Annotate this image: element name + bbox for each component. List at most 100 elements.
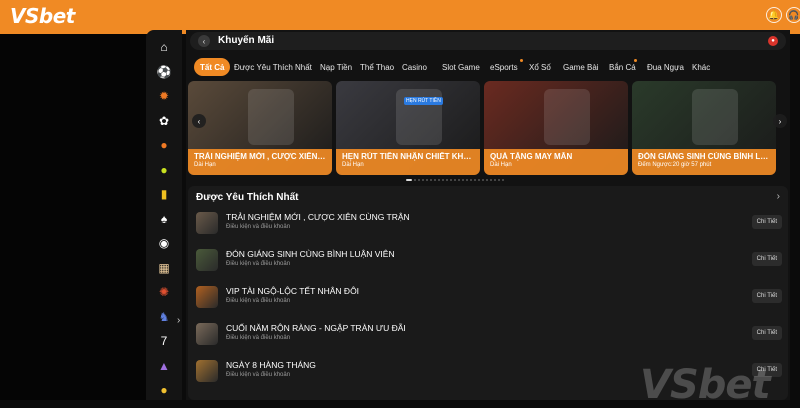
vsbet-logo[interactable]: VSbet: [10, 4, 75, 28]
tennis-icon[interactable]: ●: [155, 161, 173, 179]
back-button[interactable]: ‹: [198, 35, 210, 47]
banner-subtitle: Dài Hạn: [194, 162, 216, 168]
home-icon[interactable]: ⌂: [155, 38, 173, 56]
promo-title: CUỐI NĂM RỘN RÀNG - NGẬP TRÀN ƯU ĐÃI: [226, 323, 406, 333]
carousel-dot[interactable]: [498, 179, 500, 181]
promo-carousel: TRẢI NGHIỆM MỚI , CƯỢC XIÊN C... Dài Hạn H…: [188, 81, 790, 176]
carousel-dot[interactable]: [458, 179, 460, 181]
tab-9[interactable]: Bắn Cá: [609, 58, 636, 76]
carousel-dot[interactable]: [482, 179, 484, 181]
details-button[interactable]: Chi Tiết: [751, 326, 782, 340]
tab-1[interactable]: Được Yêu Thích Nhất: [234, 58, 312, 76]
carousel-dot[interactable]: [494, 179, 496, 181]
carousel-dot[interactable]: [462, 179, 464, 181]
banner-title: HẸN RÚT TIỀN NHẬN CHIẾT KHẤU: [342, 152, 474, 161]
tab-8[interactable]: Game Bài: [563, 58, 599, 76]
banner-title: ĐÓN GIÁNG SINH CÙNG BÌNH LU...: [638, 152, 770, 161]
section-title: Được Yêu Thích Nhất: [196, 192, 299, 203]
tab-11[interactable]: Khác: [692, 58, 710, 76]
category-tabs: Tất Cả Được Yêu Thích Nhất Nạp Tiền Thể Tha…: [192, 58, 788, 76]
carousel-dot[interactable]: [450, 179, 452, 181]
promo-terms[interactable]: Điều kiện và điều khoản: [226, 224, 290, 230]
carousel-dot[interactable]: [490, 179, 492, 181]
spade-icon[interactable]: ♠: [155, 210, 173, 228]
carousel-next-button[interactable]: ›: [773, 114, 787, 128]
promo-banner[interactable]: HẸN RÚT TIỀN HẸN RÚT TIỀN NHẬN CHIẾT KHẤU…: [336, 81, 480, 175]
fish-icon[interactable]: ✺: [155, 283, 173, 301]
page-header: ‹ Khuyến Mãi ●: [190, 32, 786, 50]
carousel-dot[interactable]: [454, 179, 456, 181]
carousel-dot[interactable]: [502, 179, 504, 181]
promo-thumbnail: [196, 360, 218, 382]
promo-banner[interactable]: ĐÓN GIÁNG SINH CÙNG BÌNH LU... Đếm Ngược:…: [632, 81, 776, 175]
chip-icon[interactable]: ◉: [155, 234, 173, 252]
tab-new-indicator: [520, 59, 523, 62]
seven-icon[interactable]: 7: [155, 332, 173, 350]
basketball-icon[interactable]: ●: [155, 136, 173, 154]
carousel-dot[interactable]: [434, 179, 436, 181]
banner-caption: TRẢI NGHIỆM MỚI , CƯỢC XIÊN C... Dài Hạn: [188, 149, 332, 175]
section-chevron-icon[interactable]: ›: [777, 191, 780, 202]
banner-artwork: [248, 89, 294, 145]
promo-thumbnail: [196, 212, 218, 234]
main-content: ‹ Khuyến Mãi ● Tất Cả Được Yêu Thích Nhất…: [186, 30, 790, 400]
sidebar-expand-icon[interactable]: ›: [177, 315, 180, 326]
notification-badge[interactable]: ●: [768, 36, 778, 46]
banner-subtitle: Đếm Ngược:20 giờ 57 phút: [638, 162, 712, 168]
promo-terms[interactable]: Điều kiện và điều khoản: [226, 372, 290, 378]
soccer-icon[interactable]: ⚽: [155, 63, 173, 81]
page-title: Khuyến Mãi: [218, 35, 275, 46]
promo-banner[interactable]: QUÀ TẶNG MAY MẮN Dài Hạn: [484, 81, 628, 175]
promo-list-item[interactable]: CUỐI NĂM RỘN RÀNG - NGẬP TRÀN ƯU ĐÃI Điều…: [196, 321, 786, 349]
tab-3[interactable]: Thể Thao: [360, 58, 394, 76]
carousel-dot[interactable]: [466, 179, 468, 181]
left-background: [0, 34, 146, 400]
carousel-prev-button[interactable]: ‹: [192, 114, 206, 128]
carousel-dot[interactable]: [406, 179, 412, 181]
promo-list-item[interactable]: ĐÓN GIÁNG SINH CÙNG BÌNH LUẬN VIÊN Điều k…: [196, 247, 786, 275]
headset-icon[interactable]: 🎧: [786, 7, 800, 23]
promo-terms[interactable]: Điều kiện và điều khoản: [226, 298, 290, 304]
tab-6[interactable]: eSports: [490, 58, 518, 76]
flower-icon[interactable]: ✿: [155, 112, 173, 130]
promo-thumbnail: [196, 323, 218, 345]
promo-list-item[interactable]: VIP TÀI NGỘ-LỘC TẾT NHÂN ĐÔI Điều kiện và…: [196, 284, 786, 312]
carousel-dot[interactable]: [470, 179, 472, 181]
cards-icon[interactable]: ▦: [155, 259, 173, 277]
promo-terms[interactable]: Điều kiện và điều khoản: [226, 335, 290, 341]
details-button[interactable]: Chi Tiết: [751, 252, 782, 266]
cake-icon[interactable]: ▲: [155, 357, 173, 375]
carousel-dot[interactable]: [442, 179, 444, 181]
horse-icon[interactable]: ♞: [155, 308, 173, 326]
carousel-dot[interactable]: [474, 179, 476, 181]
tab-2[interactable]: Nạp Tiền: [320, 58, 352, 76]
carousel-dot[interactable]: [446, 179, 448, 181]
carousel-dot[interactable]: [418, 179, 420, 181]
carousel-dot[interactable]: [430, 179, 432, 181]
tab-7[interactable]: Xổ Số: [529, 58, 551, 76]
card-icon[interactable]: ▮: [155, 185, 173, 203]
carousel-dot[interactable]: [486, 179, 488, 181]
carousel-dot[interactable]: [414, 179, 416, 181]
tab-4[interactable]: Casino: [402, 58, 427, 76]
promo-list-item[interactable]: TRẢI NGHIỆM MỚI , CƯỢC XIÊN CÙNG TRẬN Điề…: [196, 210, 786, 238]
promo-thumbnail: [196, 249, 218, 271]
banner-subtitle: Dài Hạn: [342, 162, 364, 168]
details-button[interactable]: Chi Tiết: [751, 215, 782, 229]
banner-artwork: [544, 89, 590, 145]
promo-title: NGÀY 8 HÀNG THÁNG: [226, 360, 316, 370]
tab-10[interactable]: Đua Ngựa: [647, 58, 684, 76]
carousel-dot[interactable]: [438, 179, 440, 181]
carousel-dot[interactable]: [422, 179, 424, 181]
banner-caption: QUÀ TẶNG MAY MẮN Dài Hạn: [484, 149, 628, 175]
tab-0[interactable]: Tất Cả: [194, 58, 231, 76]
bell-icon[interactable]: 🔔: [766, 7, 782, 23]
promo-terms[interactable]: Điều kiện và điều khoản: [226, 261, 290, 267]
carousel-dot[interactable]: [478, 179, 480, 181]
tab-5[interactable]: Slot Game: [442, 58, 480, 76]
details-button[interactable]: Chi Tiết: [751, 289, 782, 303]
promo-banner[interactable]: TRẢI NGHIỆM MỚI , CƯỢC XIÊN C... Dài Hạn: [188, 81, 332, 175]
coin-icon[interactable]: ●: [155, 381, 173, 399]
sun-icon[interactable]: ✹: [155, 87, 173, 105]
carousel-dot[interactable]: [426, 179, 428, 181]
